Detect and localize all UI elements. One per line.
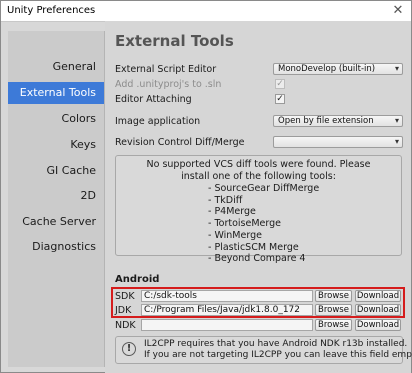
vcs-message-line2: install one of the following tools: [181,171,336,182]
script-editor-label: External Script Editor [115,64,217,75]
ndk-label: NDK [115,320,136,331]
sidebar-item-external-tools[interactable]: External Tools [8,82,104,104]
highlight-box [111,287,405,318]
sidebar: General External Tools Colors Keys GI Ca… [8,31,105,367]
script-editor-value: MonoDevelop (built-in) [278,64,376,74]
editor-attaching-checkbox[interactable]: ✓ [275,94,285,104]
il2cpp-info-text: IL2CPP requires that you have Android ND… [144,339,412,361]
title-bar: Unity Preferences ✕ [1,1,411,22]
image-application-value: Open by file extension [278,116,374,126]
ndk-download-button[interactable]: Download [355,319,401,331]
image-application-label: Image application [115,116,201,127]
preferences-window: Unity Preferences ✕ General External Too… [0,0,412,373]
window-title: Unity Preferences [7,5,96,16]
il2cpp-info-line2: If you are not targeting IL2CPP you can … [144,350,412,360]
add-unityproj-label: Add .unityproj's to .sln [115,79,222,90]
il2cpp-info-line1: IL2CPP requires that you have Android ND… [144,339,408,349]
vcs-message: No supported VCS diff tools were found. … [116,159,401,183]
sidebar-item-cache-server[interactable]: Cache Server [8,211,104,233]
chevron-down-icon: ▾ [394,137,399,146]
il2cpp-info-box: ! IL2CPP requires that you have Android … [115,336,412,364]
image-application-dropdown[interactable]: Open by file extension ▾ [273,115,403,127]
script-editor-dropdown[interactable]: MonoDevelop (built-in) ▾ [273,63,403,75]
add-unityproj-checkbox: ✓ [275,79,285,89]
list-item: - TkDiff [208,194,243,206]
list-item: - P4Merge [208,206,256,218]
list-item: - PlasticSCM Merge [208,241,299,253]
sidebar-item-general[interactable]: General [8,56,104,78]
list-item: - Beyond Compare 4 [208,253,306,265]
vcs-message-line1: No supported VCS diff tools were found. … [146,159,371,170]
vcs-tools-list: - SourceGear DiffMerge - TkDiff - P4Merg… [208,183,319,265]
sidebar-item-diagnostics[interactable]: Diagnostics [8,236,104,258]
revision-control-dropdown[interactable]: ▾ [273,136,403,148]
ndk-browse-button[interactable]: Browse [315,319,352,331]
list-item: - TortoiseMerge [208,218,281,230]
editor-attaching-label: Editor Attaching [115,94,192,105]
sidebar-item-2d[interactable]: 2D [8,185,104,207]
chevron-down-icon: ▾ [394,116,399,125]
external-tools-panel: External Tools External Script Editor Mo… [105,21,412,373]
vcs-help-box: No supported VCS diff tools were found. … [115,155,402,264]
list-item: - SourceGear DiffMerge [208,183,320,194]
sidebar-item-gi-cache[interactable]: GI Cache [8,160,104,182]
list-item: - WinMerge [208,229,262,241]
revision-control-label: Revision Control Diff/Merge [115,137,245,148]
sidebar-item-colors[interactable]: Colors [8,108,104,130]
close-icon[interactable]: ✕ [391,4,405,17]
ndk-path-field[interactable] [141,319,313,331]
chevron-down-icon: ▾ [394,64,399,73]
android-section-heading: Android [115,274,160,285]
sidebar-item-keys[interactable]: Keys [8,134,104,156]
info-icon: ! [122,342,136,356]
page-title: External Tools [115,32,234,50]
